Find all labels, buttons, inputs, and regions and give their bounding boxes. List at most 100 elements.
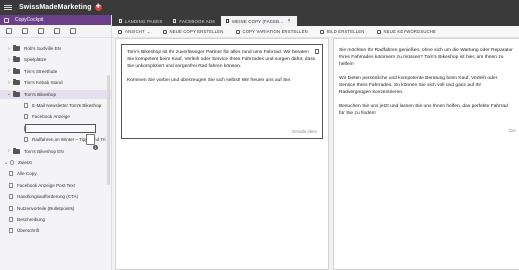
tree-item-label: Nutzenvorteile (Bulletpoints): [17, 205, 75, 211]
preview-paragraph: Wir bieten persönliche und kompetente Be…: [339, 76, 498, 95]
eye-icon: [118, 29, 122, 34]
tree-item[interactable]: Beschreibung: [0, 215, 111, 224]
tab-1[interactable]: FACEBOOK ADS: [168, 16, 221, 26]
sidebar-toolbar: [0, 25, 111, 38]
tree-item[interactable]: Facebook Anzeige Post Text: [0, 181, 111, 190]
preview-panel: Sie möchten Ihr Radfahren genießen, ohne…: [333, 38, 519, 270]
document-icon: [9, 228, 13, 234]
tree-item[interactable]: Radfahren im Winter – Tipps und Tri: [0, 135, 111, 144]
action-button-2[interactable]: COPY VARIATION ERSTELLEN: [235, 29, 308, 34]
close-icon[interactable]: ×: [287, 18, 290, 24]
sidebar-scrollbar[interactable]: [107, 75, 110, 185]
add-document-icon[interactable]: [54, 28, 60, 34]
document-icon: [9, 194, 13, 200]
action-label: BILD ERSTELLEN: [326, 29, 365, 34]
document-icon: [24, 137, 28, 143]
folder-item[interactable]: › Tim's Kebab Stand: [0, 78, 111, 87]
chevron-down-icon: ⌄: [146, 29, 151, 34]
tree-item-label: Alle Copy: [17, 171, 37, 177]
tree-item[interactable]: Überschrift: [0, 226, 111, 235]
image-icon: [319, 29, 324, 34]
action-label: NEUE KEYWORDSUCHE: [383, 29, 437, 34]
tree-item-label: Handlungsaufforderung (CTA): [17, 194, 79, 200]
action-label: NEUE COPY ERSTELLEN: [169, 29, 224, 34]
folder-icon: [13, 147, 20, 154]
folder-item[interactable]: › Rob's Surfville EN: [0, 44, 111, 53]
folder-icon: [13, 56, 20, 63]
chevron-down-icon[interactable]: ⌄: [4, 160, 8, 166]
brand-badge-icon: ✚: [94, 4, 102, 11]
tab-icon: [119, 19, 122, 23]
drop-target-highlight: [25, 124, 96, 133]
saved-status: Gerade eben: [291, 129, 317, 134]
copy-icon[interactable]: [315, 49, 319, 54]
key-icon: [376, 29, 381, 34]
copy-preview[interactable]: Sie möchten Ihr Radfahren genießen, ohne…: [334, 39, 519, 132]
tree-item-label: Tom's Bikeshop: [24, 91, 57, 97]
sidebar-header-label: CopyCockpit: [15, 17, 44, 23]
folder-item[interactable]: ⌄ Tom's Bikeshop: [0, 89, 111, 99]
tab-label: MEINE COPY (FACEB...: [232, 18, 284, 24]
new-document-icon[interactable]: [38, 28, 44, 34]
action-button-1[interactable]: NEUE COPY ERSTELLEN: [162, 29, 224, 34]
tab-icon: [173, 19, 177, 23]
chevron-right-icon[interactable]: ›: [7, 80, 11, 86]
tab-bar: LANDING PAGES FACEBOOK ADS MEINE COPY (FAC…: [112, 15, 519, 26]
chevron-right-icon[interactable]: ›: [7, 68, 11, 74]
tab-2[interactable]: MEINE COPY (FACEB... ×: [221, 16, 297, 26]
tree-item-label: Spielplätze: [24, 57, 47, 63]
preview-paragraph: Besuchen Sie uns jetzt und lassen Sie un…: [339, 104, 508, 116]
tree-item[interactable]: ⌄ Zuletzt: [0, 158, 111, 167]
tree-item-label: Rob's Surfville EN: [24, 46, 61, 51]
action-button-3[interactable]: BILD ERSTELLEN: [319, 29, 365, 34]
tab-0[interactable]: LANDING PAGES: [114, 16, 168, 26]
collapse-icon[interactable]: [70, 28, 76, 34]
action-button-4[interactable]: NEUE KEYWORDSUCHE: [376, 29, 437, 34]
chevron-right-icon[interactable]: ›: [7, 148, 11, 154]
chevron-right-icon[interactable]: ›: [7, 57, 11, 63]
top-bar: SwissMadeMarketing ✚: [0, 0, 519, 15]
clock-icon: [10, 160, 14, 165]
action-bar: ANSICHT ⌄ NEUE COPY ERSTELLEN COPY VARIATIO…: [112, 26, 519, 38]
hamburger-menu-icon[interactable]: [4, 5, 12, 10]
action-label: ANSICHT: [125, 29, 145, 34]
new-folder-icon[interactable]: [6, 28, 12, 34]
tree-item[interactable]: Alle Copy: [0, 169, 111, 178]
sidebar-header[interactable]: CopyCockpit: [0, 15, 111, 25]
tree-item-label: Zuletzt: [18, 160, 32, 165]
folder-icon: [13, 90, 20, 97]
chevron-down-icon[interactable]: ⌄: [7, 91, 11, 97]
variation-icon: [235, 29, 240, 34]
folder-item[interactable]: › Tim's Streetfude: [0, 67, 111, 76]
folder-item[interactable]: › Spielplätze: [0, 55, 111, 64]
preview-saved-status: Ger: [508, 128, 516, 133]
document-icon: [24, 114, 28, 120]
tree-item-label: Facebook Anzeige Post Text: [17, 182, 75, 188]
new-copy-icon: [162, 29, 167, 34]
drag-count-badge: 1: [93, 145, 98, 150]
tree-item[interactable]: Nutzenvorteile (Bulletpoints): [0, 204, 111, 213]
folder-icon: [13, 67, 20, 74]
editor-paragraph: Kommen Sie vorbei und überzeugen Sie sic…: [127, 78, 292, 83]
add-folder-icon[interactable]: [22, 28, 28, 34]
tree-item[interactable]: Facebook Anzeige: [0, 112, 111, 121]
chevron-right-icon[interactable]: ›: [7, 46, 11, 52]
document-icon: [9, 182, 13, 188]
document-icon: [9, 217, 13, 222]
editor-paragraph: Tom's Bikeshop ist Ihr zuverlässiger Par…: [127, 50, 316, 69]
sidebar: CopyCockpit › Rob's Surfville EN › Spielplä…: [0, 15, 112, 270]
tree-item-label: Facebook Anzeige: [32, 114, 70, 120]
dragged-document-icon[interactable]: [86, 134, 95, 145]
document-icon: [9, 205, 13, 211]
tree-item-label: Überschrift: [17, 228, 40, 234]
folder-icon: [13, 45, 20, 51]
tree-item[interactable]: Handlungsaufforderung (CTA): [0, 192, 111, 201]
tree-item-label: Tim's Streetfude: [24, 68, 58, 74]
copycockpit-icon: [4, 17, 9, 23]
tree-item[interactable]: E-Mail Newsletter Tom's Bikeshop: [0, 101, 111, 110]
document-icon: [9, 171, 13, 177]
action-button-0[interactable]: ANSICHT ⌄: [118, 29, 151, 34]
copy-editor[interactable]: Tom's Bikeshop ist Ihr zuverlässiger Par…: [121, 44, 323, 139]
brand-name: SwissMadeMarketing: [19, 4, 92, 11]
tree-item-label: Tim's Kebab Stand: [24, 80, 63, 86]
